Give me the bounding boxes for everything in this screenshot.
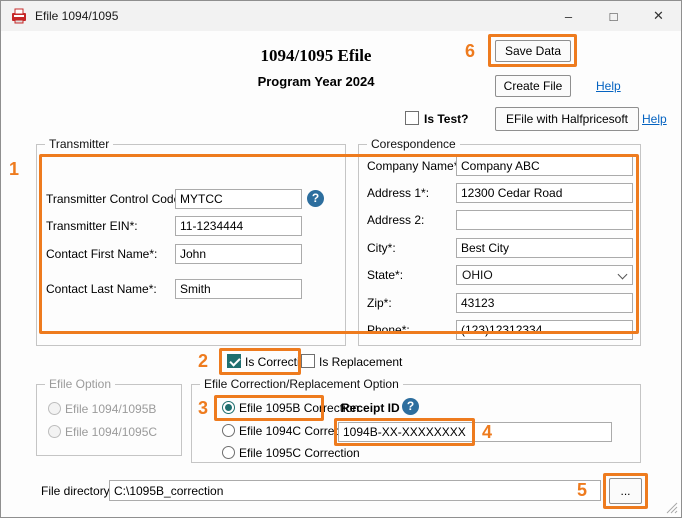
efile-1094-1095b-label: Efile 1094/1095B xyxy=(65,402,156,416)
first-name-label: Contact First Name*: xyxy=(46,247,157,261)
city-label: City*: xyxy=(367,241,396,255)
is-test-label: Is Test? xyxy=(424,112,468,126)
company-name-label: Company Name*: xyxy=(367,159,462,173)
first-name-input[interactable] xyxy=(175,244,302,264)
is-correction-checkbox[interactable] xyxy=(227,354,241,368)
efile-1095c-correction-radio[interactable] xyxy=(222,446,235,459)
help-link-right[interactable]: Help xyxy=(642,112,667,126)
state-select[interactable]: OHIO xyxy=(456,265,633,285)
is-replacement-label: Is Replacement xyxy=(319,355,402,369)
control-code-label: Transmitter Control Code*: xyxy=(46,192,188,206)
efile-option-legend: Efile Option xyxy=(45,377,115,391)
efile-1094-1095b-radio[interactable] xyxy=(48,402,61,415)
phone-input[interactable] xyxy=(456,320,633,340)
last-name-label: Contact Last Name*: xyxy=(46,282,157,296)
address1-input[interactable] xyxy=(456,183,633,203)
receipt-id-label: Receipt ID xyxy=(341,401,400,415)
state-label: State*: xyxy=(367,268,403,282)
correspondence-legend: Corespondence xyxy=(367,137,460,151)
zip-input[interactable] xyxy=(456,293,633,313)
ein-input[interactable] xyxy=(175,216,302,236)
efile-option-group: Efile Option xyxy=(36,384,182,456)
annotation-number-1: 1 xyxy=(9,159,19,180)
is-test-checkbox[interactable] xyxy=(405,111,419,125)
efile-1094-1095c-label: Efile 1094/1095C xyxy=(65,425,157,439)
address2-input[interactable] xyxy=(456,210,633,230)
browse-button[interactable]: ... xyxy=(609,478,642,504)
file-directory-input[interactable] xyxy=(109,480,601,501)
is-replacement-checkbox[interactable] xyxy=(301,354,315,368)
receipt-id-help-icon[interactable]: ? xyxy=(402,398,419,415)
city-input[interactable] xyxy=(456,238,633,258)
phone-label: Phone*: xyxy=(367,323,410,337)
ein-label: Transmitter EIN*: xyxy=(46,219,138,233)
state-select-value: OHIO xyxy=(462,268,493,282)
create-file-button[interactable]: Create File xyxy=(495,75,571,97)
address1-label: Address 1*: xyxy=(367,186,429,200)
efile-1094c-correction-radio[interactable] xyxy=(222,424,235,437)
control-code-input[interactable] xyxy=(175,189,302,209)
help-link-top[interactable]: Help xyxy=(596,79,621,93)
correction-option-legend: Efile Correction/Replacement Option xyxy=(200,377,403,391)
company-name-input[interactable] xyxy=(456,156,633,176)
resize-grip[interactable] xyxy=(666,502,678,514)
zip-label: Zip*: xyxy=(367,296,392,310)
transmitter-legend: Transmitter xyxy=(45,137,113,151)
address2-label: Address 2: xyxy=(367,213,424,227)
app-icon xyxy=(11,8,27,24)
window-title: Efile 1094/1095 xyxy=(35,9,118,23)
page-subtitle: Program Year 2024 xyxy=(161,74,471,89)
window-controls: – □ ✕ xyxy=(546,1,681,31)
minimize-icon[interactable]: – xyxy=(546,1,591,31)
control-code-help-icon[interactable]: ? xyxy=(307,190,324,207)
last-name-input[interactable] xyxy=(175,279,302,299)
page-title: 1094/1095 Efile xyxy=(161,46,471,66)
maximize-icon[interactable]: □ xyxy=(591,1,636,31)
annotation-number-2: 2 xyxy=(198,351,208,372)
efile-1094-1095c-radio[interactable] xyxy=(48,425,61,438)
title-bar: Efile 1094/1095 – □ ✕ xyxy=(1,1,681,31)
efile-window: Efile 1094/1095 – □ ✕ 1094/1095 Efile Pr… xyxy=(0,0,682,518)
efile-1095b-correction-radio[interactable] xyxy=(222,401,235,414)
efile-1095c-correction-label: Efile 1095C Correction xyxy=(239,446,360,460)
save-data-button[interactable]: Save Data xyxy=(495,40,571,62)
file-directory-label: File directory: xyxy=(41,484,113,498)
receipt-id-input[interactable] xyxy=(338,422,612,442)
chevron-down-icon xyxy=(618,270,628,280)
close-icon[interactable]: ✕ xyxy=(636,1,681,31)
efile-halfpricesoft-button[interactable]: EFile with Halfpricesoft xyxy=(495,107,639,131)
